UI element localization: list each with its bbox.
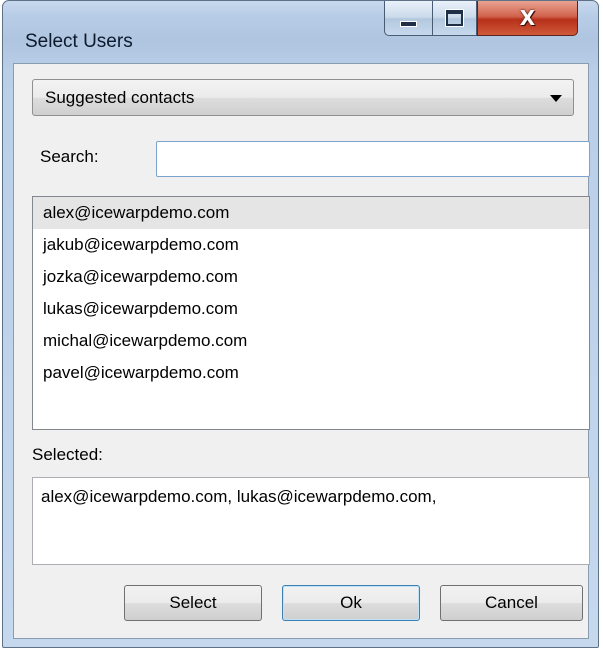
selected-users-field[interactable]: alex@icewarpdemo.com, lukas@icewarpdemo.… <box>32 477 590 565</box>
list-item[interactable]: lukas@icewarpdemo.com <box>33 293 589 325</box>
list-item[interactable]: jakub@icewarpdemo.com <box>33 229 589 261</box>
list-item[interactable]: alex@icewarpdemo.com <box>33 197 589 229</box>
selected-label: Selected: <box>32 445 103 464</box>
cancel-button[interactable]: Cancel <box>440 585 583 621</box>
select-users-window: Select Users X Suggested contacts Search… <box>2 0 599 648</box>
minimize-button[interactable] <box>384 1 432 36</box>
list-item[interactable]: pavel@icewarpdemo.com <box>33 357 589 389</box>
maximize-icon <box>446 10 463 26</box>
search-input[interactable] <box>156 141 590 177</box>
select-button[interactable]: Select <box>124 585 262 621</box>
close-button[interactable]: X <box>477 1 578 36</box>
list-item[interactable]: jozka@icewarpdemo.com <box>33 261 589 293</box>
close-icon: X <box>519 6 536 30</box>
chevron-down-icon <box>550 95 562 102</box>
users-list[interactable]: alex@icewarpdemo.com jakub@icewarpdemo.c… <box>32 196 590 430</box>
minimize-icon <box>400 21 417 27</box>
window-title: Select Users <box>25 31 133 52</box>
maximize-button[interactable] <box>432 1 477 36</box>
contacts-source-dropdown[interactable]: Suggested contacts <box>32 79 574 116</box>
search-label: Search: <box>40 147 99 166</box>
ok-button[interactable]: Ok <box>282 585 420 621</box>
list-item[interactable]: michal@icewarpdemo.com <box>33 325 589 357</box>
contacts-source-value: Suggested contacts <box>45 88 195 107</box>
dialog-body: Suggested contacts Search: alex@icewarpd… <box>13 63 590 639</box>
